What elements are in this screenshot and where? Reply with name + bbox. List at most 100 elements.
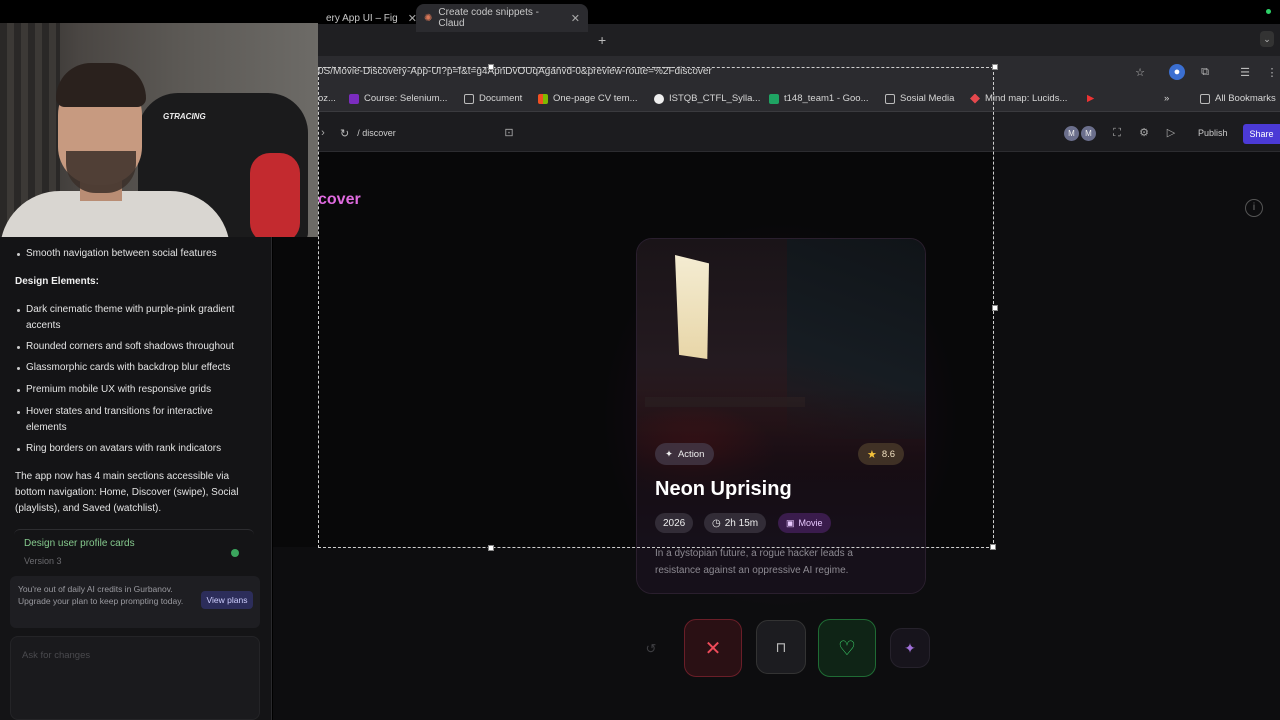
resize-handle[interactable] — [990, 544, 996, 550]
bookmark-item[interactable]: One-page CV tem... — [538, 93, 637, 104]
year-badge: 2026 — [655, 513, 694, 533]
credits-text: You're out of daily AI credits in Gurban… — [18, 584, 184, 606]
chat-panel — [0, 152, 272, 720]
type-value: Movie — [798, 518, 823, 528]
super-like-button[interactable]: ✦ — [890, 628, 930, 668]
bookmark-item[interactable]: Document — [464, 93, 522, 104]
resize-handle[interactable] — [992, 305, 998, 311]
webcam-chair-accent — [250, 153, 300, 237]
route-path: / discover — [357, 128, 396, 138]
claude-icon: ✺ — [424, 12, 433, 24]
sheets-icon — [769, 93, 779, 104]
version-title: Design user profile cards — [24, 538, 135, 549]
gear-icon[interactable]: ⚙ — [1137, 126, 1151, 140]
film-icon: ▣ — [786, 517, 795, 528]
close-icon: ✕ — [704, 637, 722, 660]
list-item: Glassmorphic cards with backdrop blur ef… — [17, 360, 256, 376]
bookmark-item[interactable]: Sosial Media — [885, 93, 954, 104]
duration-value: 2h 15m — [724, 517, 759, 529]
menu-icon[interactable]: ⋮ — [1264, 64, 1280, 80]
info-icon[interactable]: i — [1245, 199, 1263, 217]
resize-handle[interactable] — [992, 64, 998, 70]
chair-logo: GTRACING — [163, 112, 206, 121]
clock-icon: ◷ — [712, 517, 721, 529]
list-item: Rounded corners and soft shadows through… — [17, 339, 256, 355]
top-strip — [0, 0, 1280, 24]
resize-handle[interactable] — [488, 545, 494, 551]
summary-text: The app now has 4 main sections accessib… — [15, 471, 239, 514]
open-external-icon[interactable]: ⊡ — [502, 126, 516, 140]
profile-icon[interactable]: ● — [1169, 64, 1185, 80]
undo-icon: ↺ — [645, 641, 657, 656]
play-icon[interactable]: ▷ — [1164, 126, 1178, 140]
list-item: Smooth navigation between social feature… — [17, 246, 256, 262]
movie-synopsis: In a dystopian future, a rogue hacker le… — [655, 548, 853, 576]
avatar[interactable]: M — [1064, 126, 1079, 141]
status-dot — [231, 549, 239, 557]
bookmark-item[interactable]: t148_team1 - Goo... — [769, 93, 869, 104]
youtube-icon[interactable]: ▶ — [1087, 93, 1094, 104]
folder-icon — [464, 93, 474, 104]
bookmark-item[interactable]: Mind map: Lucids... — [970, 93, 1067, 104]
webcam-beard — [66, 151, 136, 193]
year-value: 2026 — [663, 517, 686, 529]
movie-card[interactable] — [636, 238, 926, 594]
all-bookmarks[interactable]: All Bookmarks — [1200, 93, 1276, 104]
rating-value: 8.6 — [881, 448, 896, 460]
type-badge: ▣ Movie — [778, 513, 831, 533]
genre-label: Action — [677, 448, 705, 460]
share-button[interactable]: Share — [1243, 124, 1280, 144]
bookmark-item[interactable]: Course: Selenium... — [349, 93, 447, 104]
prompt-placeholder: Ask for changes — [22, 650, 91, 661]
star-icon: ★ — [867, 448, 877, 461]
recording-indicator — [1266, 9, 1271, 14]
chevron-right-icon[interactable]: › — [316, 126, 330, 140]
webcam-hair — [56, 63, 146, 107]
bookmarks-overflow-button[interactable]: » — [1164, 93, 1169, 104]
folder-icon — [885, 93, 895, 104]
route-box[interactable]: ↻ / discover — [340, 122, 520, 144]
tab-label: ery App UI – Fig — [326, 12, 398, 24]
version-label: Version 3 — [24, 556, 62, 566]
section-heading: Design Elements: — [15, 276, 99, 287]
close-icon[interactable]: ✕ — [571, 12, 580, 25]
bookmark-item[interactable]: oz... — [318, 93, 336, 104]
list-item: Premium mobile UX with responsive grids — [17, 382, 256, 398]
new-tab-button[interactable]: + — [598, 32, 606, 48]
list-item: Hover states and transitions for interac… — [17, 404, 256, 436]
sparkle-icon: ✦ — [904, 639, 916, 656]
undo-button[interactable]: ↺ — [638, 636, 664, 662]
view-plans-button[interactable]: View plans — [201, 591, 253, 609]
bookmark-button[interactable]: ⊓ — [756, 620, 806, 674]
sparkle-icon: ✦ — [665, 448, 673, 460]
purple-app-icon — [349, 93, 359, 104]
account-icon[interactable]: ☰ — [1237, 64, 1253, 80]
movie-title: Neon Uprising — [655, 478, 792, 500]
tab-search-button[interactable]: ⌄ — [1260, 31, 1274, 47]
list-item: Ring borders on avatars with rank indica… — [17, 441, 256, 457]
poster-window — [675, 255, 709, 359]
like-button[interactable]: ♡ — [818, 619, 876, 677]
publish-button[interactable]: Publish — [1196, 124, 1230, 142]
tab-figma[interactable]: ery App UI – Fig ✕ — [318, 4, 425, 32]
microsoft-icon — [538, 93, 548, 104]
resize-handle[interactable] — [488, 64, 494, 70]
folder-icon — [1200, 93, 1210, 104]
heart-icon: ♡ — [838, 637, 856, 660]
refresh-icon[interactable]: ↻ — [340, 127, 349, 140]
duration-badge: ◷ 2h 15m — [704, 513, 767, 533]
tab-claude[interactable]: ✺ Create code snippets - Claud ✕ — [416, 4, 588, 32]
tab-label: Create code snippets - Claud — [438, 7, 540, 29]
rating-badge: ★ 8.6 — [858, 443, 905, 465]
prompt-input[interactable] — [10, 636, 260, 720]
list-item: Dark cinematic theme with purple-pink gr… — [17, 302, 256, 334]
code-icon[interactable]: ⛶ — [1110, 126, 1124, 140]
lucid-icon — [970, 93, 980, 104]
extensions-icon[interactable]: ⧉ — [1197, 64, 1213, 80]
bookmark-icon: ⊓ — [775, 638, 787, 655]
pass-button[interactable]: ✕ — [684, 619, 742, 677]
bookmark-item[interactable]: ISTQB_CTFL_Sylla... — [654, 93, 760, 104]
star-icon[interactable]: ☆ — [1132, 64, 1148, 80]
url-field[interactable]: 0S/Movie-Discovery-App-UI?p=f&t=g4ApnDvO… — [318, 66, 712, 77]
avatar[interactable]: M — [1081, 126, 1096, 141]
